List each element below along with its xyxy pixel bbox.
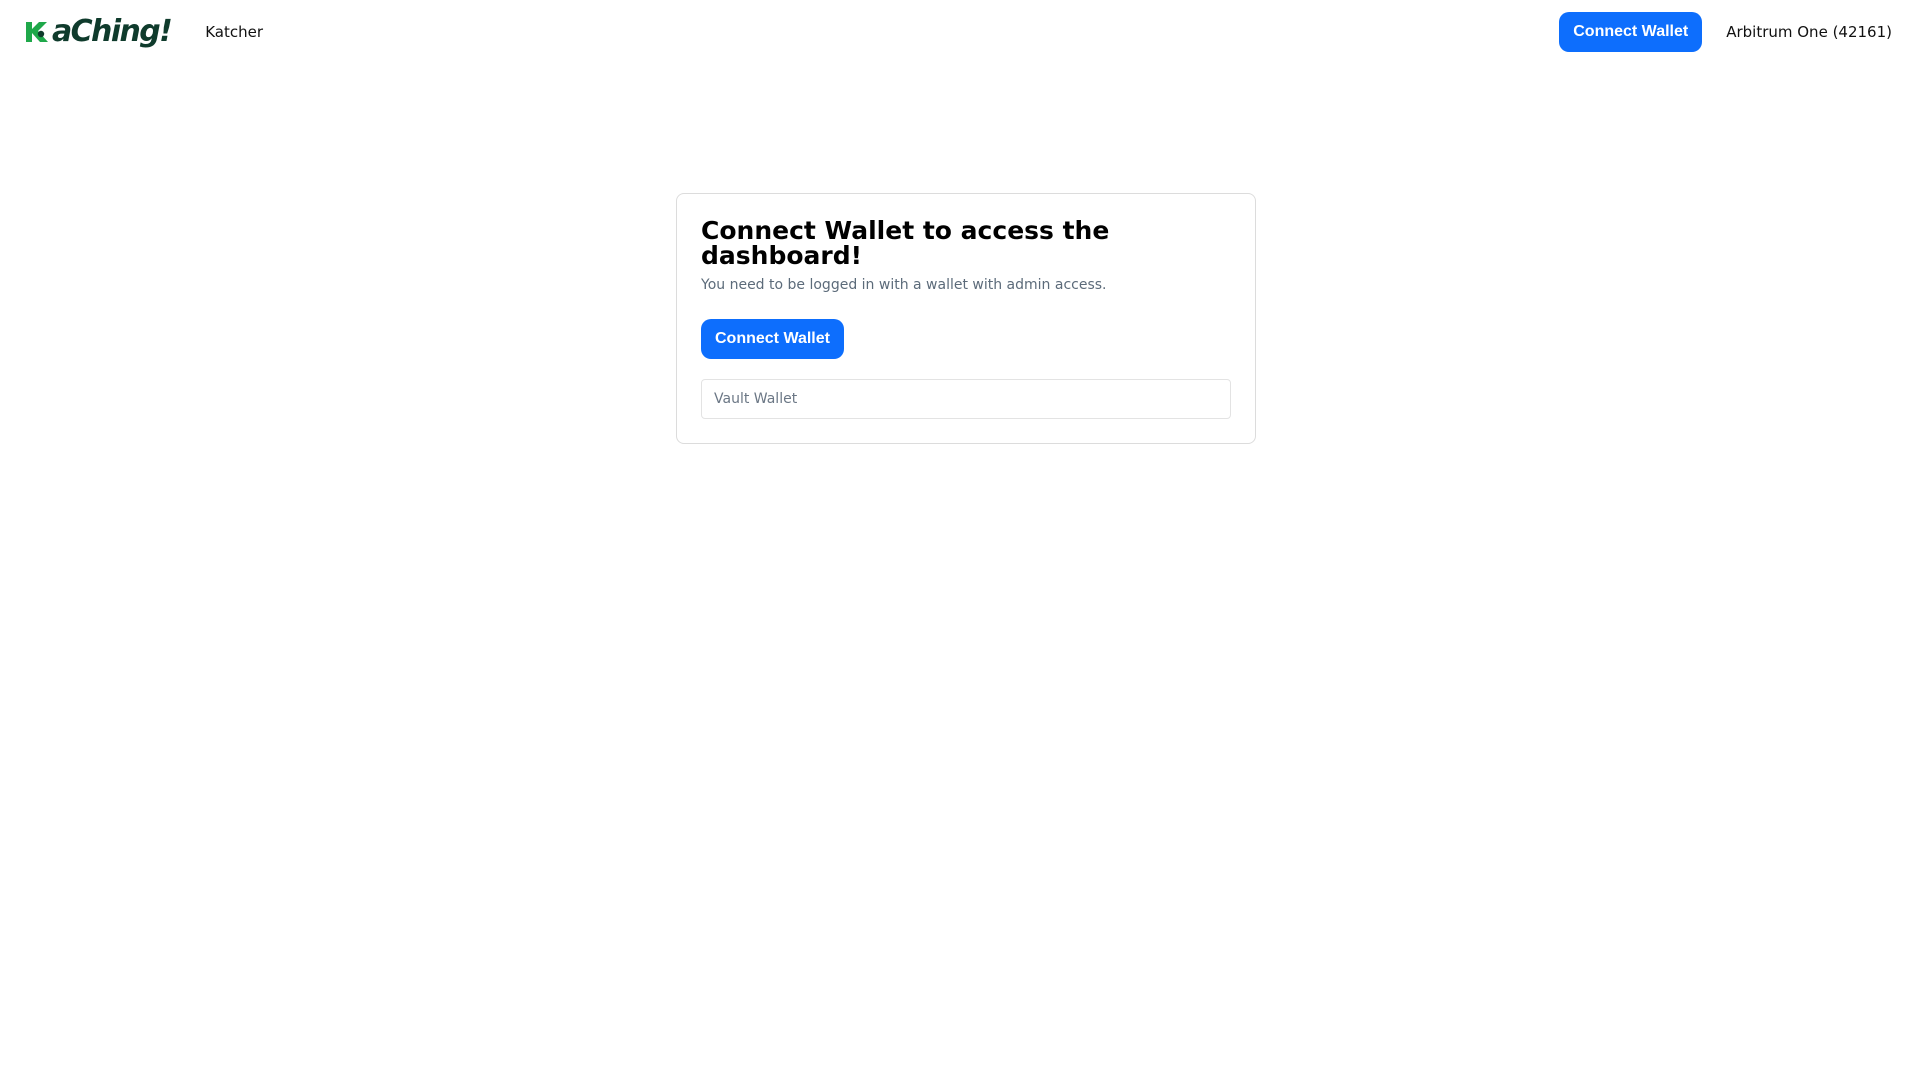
header-connect-wallet-button[interactable]: Connect Wallet <box>1559 12 1703 52</box>
network-indicator[interactable]: Arbitrum One (42161) <box>1726 23 1892 41</box>
connect-wallet-card: Connect Wallet to access the dashboard! … <box>676 193 1256 444</box>
nav-link-katcher[interactable]: Katcher <box>205 23 263 41</box>
kaching-logo[interactable]: aChing! <box>24 12 173 52</box>
kaching-k-logo-icon <box>24 19 50 45</box>
top-navigation-bar: aChing! Katcher Connect Wallet Arbitrum … <box>0 0 1920 64</box>
connect-wallet-button[interactable]: Connect Wallet <box>701 319 844 359</box>
vault-wallet-input[interactable] <box>701 379 1231 419</box>
card-subtitle: You need to be logged in with a wallet w… <box>701 277 1107 293</box>
card-title: Connect Wallet to access the dashboard! <box>701 216 1110 270</box>
logo-wordmark: aChing! <box>52 14 173 49</box>
